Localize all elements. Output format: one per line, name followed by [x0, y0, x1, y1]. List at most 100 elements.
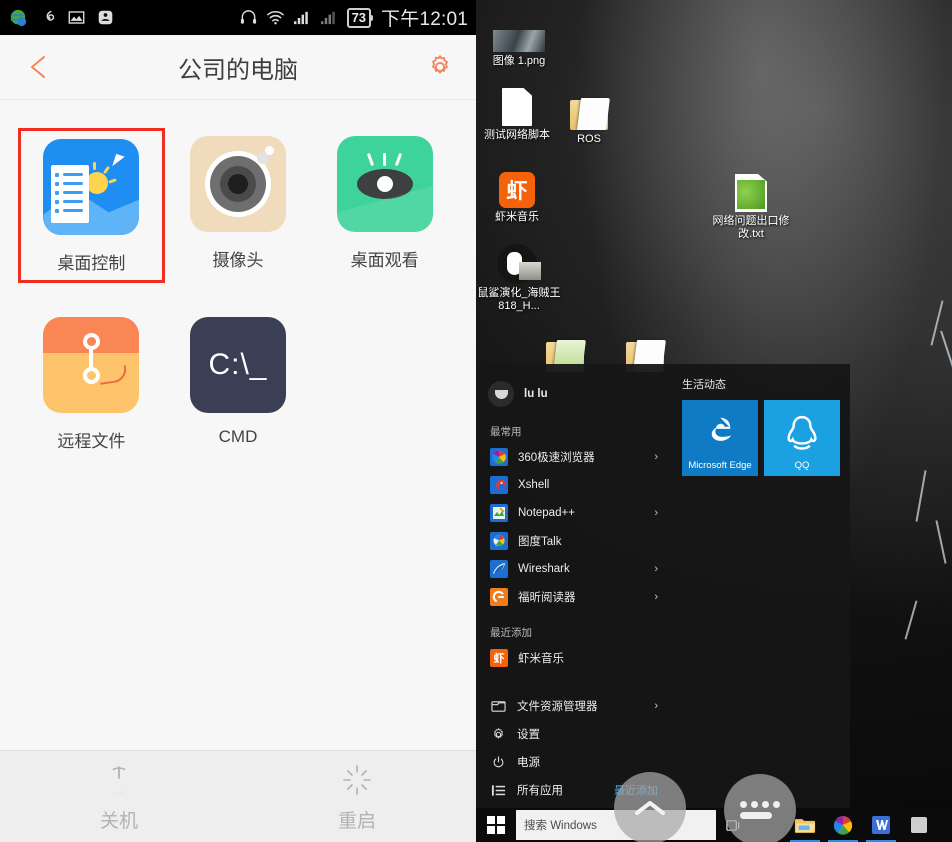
app-footer-bar: 关机 重启 — [0, 750, 476, 842]
search-placeholder: 搜索 Windows — [524, 820, 597, 832]
chevron-right-icon[interactable]: › — [654, 563, 658, 575]
user-avatar-icon — [488, 381, 514, 407]
start-menu-user[interactable]: lu lu — [476, 376, 668, 410]
tile-label: Microsoft Edge — [688, 460, 752, 471]
start-menu-item-label: 图度Talk — [518, 536, 562, 548]
desktop-icon-image-png[interactable]: 图像 1.png — [482, 8, 556, 68]
android-phone-panel: 73 下午12:01 公司的电脑 桌面控制 摄像头 桌面观看 远程文件 C:\_… — [0, 0, 476, 842]
xiami-icon-text: 虾 — [493, 653, 505, 665]
start-menu-item-360-browser[interactable]: 360极速浏览器 › — [476, 443, 668, 471]
start-menu-item-label: 所有应用 — [517, 785, 563, 797]
shutdown-label: 关机 — [99, 810, 138, 832]
app-icon — [95, 8, 115, 28]
most-used-section-title: 最常用 — [490, 426, 522, 438]
cmd-icon: C:\_ — [189, 317, 286, 413]
gear-icon[interactable] — [426, 53, 454, 81]
chevron-up-icon[interactable] — [614, 772, 686, 842]
signal-bars-icon — [293, 8, 313, 28]
desktop-icon-xiami-music[interactable]: 虾 虾米音乐 — [480, 164, 554, 224]
start-menu-item-label: 电源 — [517, 757, 540, 769]
status-bar-system-icons: 73 下午12:01 — [239, 4, 468, 31]
start-menu-item-wireshark[interactable]: Wireshark › — [476, 555, 668, 583]
taskbar-app-360-browser[interactable] — [824, 808, 862, 842]
page-title: 公司的电脑 — [178, 56, 298, 84]
recently-added-section-title: 最近添加 — [490, 627, 532, 639]
chevron-right-icon[interactable]: › — [654, 591, 658, 603]
app-tile-label: 摄像头 — [212, 251, 264, 270]
desktop-icon-label: 测试网络脚本 — [484, 129, 550, 141]
start-menu-item-notepadpp[interactable]: Notepad++ › — [476, 499, 668, 527]
app-tile-cmd[interactable]: C:\_ CMD — [165, 309, 312, 458]
taskbar-app-wps-writer[interactable] — [862, 808, 900, 842]
folder-icon — [552, 86, 626, 130]
start-menu-left-column: lu lu 最常用 360极速浏览器 › Xshell Notepad++ › … — [476, 364, 668, 808]
power-icon — [101, 761, 137, 797]
start-menu-settings[interactable]: 设置 — [476, 720, 668, 748]
edge-icon — [682, 413, 758, 449]
desktop-icon-label: 虾米音乐 — [495, 211, 539, 223]
app-drawer-icon[interactable] — [724, 774, 796, 842]
start-menu-power[interactable]: 电源 — [476, 748, 668, 776]
settings-gear-icon — [490, 726, 506, 742]
start-menu-item-label: 虾米音乐 — [518, 653, 564, 665]
start-menu-file-explorer[interactable]: 文件资源管理器 › — [476, 692, 668, 720]
mouse-shortcut-icon — [476, 240, 562, 284]
app-tile-desktop-control[interactable]: 桌面控制 — [18, 128, 165, 283]
desktop-icon-label: 图像 1.png — [492, 55, 546, 67]
app-tile-camera[interactable]: 摄像头 — [165, 128, 312, 283]
start-menu-tiles-column: 生活动态 Microsoft Edge QQ — [668, 364, 850, 808]
start-menu-item-xiami-music[interactable]: 虾 虾米音乐 — [476, 644, 668, 672]
tile-microsoft-edge[interactable]: Microsoft Edge — [682, 400, 758, 476]
signal-bars-icon — [320, 8, 340, 28]
chevron-right-icon[interactable]: › — [654, 700, 658, 712]
xiami-icon-text: 虾 — [499, 172, 535, 208]
start-menu-item-label: 设置 — [517, 729, 540, 741]
shutdown-button[interactable]: 关机 — [0, 761, 238, 833]
gallery-icon — [66, 8, 86, 28]
restart-icon — [339, 761, 375, 797]
restart-label: 重启 — [337, 810, 376, 832]
camera-icon — [189, 136, 286, 232]
start-menu-item-tudu-talk[interactable]: 图度Talk — [476, 527, 668, 555]
desktop-icon-network-issue-txt[interactable]: 网络问题出口修改.txt — [708, 168, 794, 241]
desktop-icon-test-network-script[interactable]: 测试网络脚本 — [480, 82, 554, 142]
windows-start-icon[interactable] — [476, 808, 516, 842]
start-menu-item-xshell[interactable]: Xshell — [476, 471, 668, 499]
app-tile-label: 桌面观看 — [350, 251, 419, 270]
start-menu-spacer — [476, 672, 668, 692]
remote-file-icon — [43, 317, 140, 413]
desktop-icon-video-shortcut[interactable]: 鼠鲨演化_海贼王818_H... — [476, 240, 562, 313]
start-menu-item-label: 360极速浏览器 — [518, 452, 595, 464]
app-tile-desktop-view[interactable]: 桌面观看 — [311, 128, 458, 283]
start-menu-item-label: 文件资源管理器 — [517, 701, 598, 713]
tudu-talk-icon — [490, 532, 508, 550]
start-menu-item-label: Notepad++ — [518, 507, 575, 519]
taskbar-app-icon[interactable] — [900, 808, 938, 842]
chevron-right-icon[interactable]: › — [654, 451, 658, 463]
foxit-reader-icon — [490, 588, 508, 606]
xiami-music-icon: 虾 — [480, 164, 554, 208]
xiami-music-icon: 虾 — [490, 649, 508, 667]
app-grid: 桌面控制 摄像头 桌面观看 远程文件 C:\_ CMD — [0, 128, 476, 458]
start-menu-item-foxit-reader[interactable]: 福昕阅读器 › — [476, 583, 668, 611]
start-menu-item-label: Wireshark — [518, 563, 570, 575]
power-icon — [490, 754, 506, 770]
tile-qq[interactable]: QQ — [764, 400, 840, 476]
360-browser-icon — [490, 448, 508, 466]
android-status-bar: 73 下午12:01 — [0, 0, 476, 35]
battery-indicator: 73 — [346, 7, 374, 28]
app-tile-label: 远程文件 — [57, 432, 126, 451]
desktop-view-eye-icon — [336, 136, 433, 232]
app-tile-remote-file[interactable]: 远程文件 — [18, 309, 165, 458]
desktop-icon-ros-folder[interactable]: ROS — [552, 86, 626, 146]
chevron-right-icon[interactable]: › — [654, 507, 658, 519]
user-name: lu lu — [524, 388, 548, 400]
file-explorer-icon — [490, 698, 506, 714]
headphone-icon — [239, 8, 259, 28]
start-menu: lu lu 最常用 360极速浏览器 › Xshell Notepad++ › … — [476, 364, 850, 808]
text-file-icon — [708, 168, 794, 212]
back-arrow-icon[interactable] — [22, 50, 56, 84]
app-tile-label: 桌面控制 — [57, 254, 126, 273]
restart-button[interactable]: 重启 — [238, 761, 476, 833]
wifi-icon — [266, 8, 286, 28]
